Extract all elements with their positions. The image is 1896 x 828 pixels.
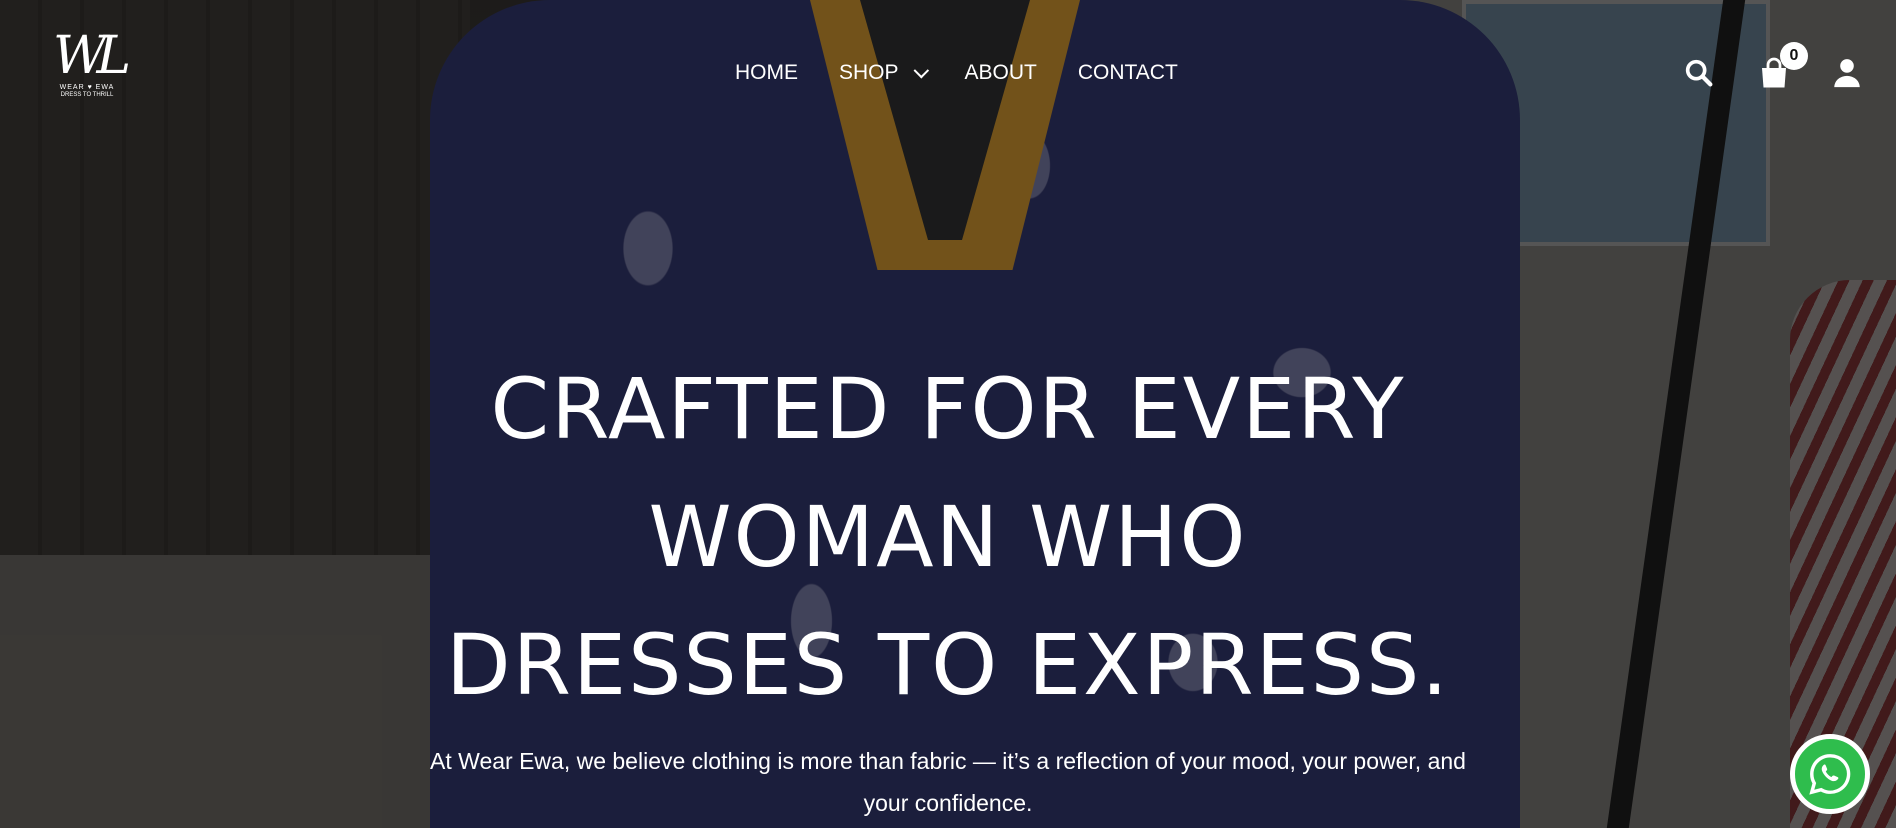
site-header: WL WEAR ♥ EWA DRESS TO THRILL HOME SHOP … bbox=[0, 0, 1896, 150]
search-icon bbox=[1685, 59, 1713, 87]
chevron-down-icon bbox=[913, 62, 929, 78]
nav-item-label: CONTACT bbox=[1077, 61, 1178, 84]
whatsapp-icon bbox=[1809, 754, 1851, 795]
nav-item-label: ABOUT bbox=[964, 61, 1037, 84]
cart-button[interactable]: 0 bbox=[1756, 42, 1808, 92]
nav-item-label: HOME bbox=[735, 61, 798, 84]
nav-item-home[interactable]: HOME bbox=[735, 60, 798, 86]
nav-item-shop[interactable]: SHOP bbox=[839, 60, 929, 86]
nav-item-label: SHOP bbox=[839, 61, 899, 84]
site-logo[interactable]: WL WEAR ♥ EWA DRESS TO THRILL bbox=[44, 26, 131, 124]
whatsapp-chat-button[interactable] bbox=[1790, 734, 1870, 814]
primary-nav: HOME SHOP ABOUT CONTACT bbox=[735, 60, 1219, 86]
user-icon bbox=[1834, 59, 1860, 88]
headline-line: WOMAN WHO bbox=[648, 488, 1248, 586]
headline-line: DRESSES TO EXPRESS. bbox=[445, 616, 1451, 714]
nav-item-contact[interactable]: CONTACT bbox=[1078, 60, 1178, 86]
logo-tagline: DRESS TO THRILL bbox=[60, 92, 114, 98]
nav-item-about[interactable]: ABOUT bbox=[965, 60, 1037, 86]
hero-headline: CRAFTED FOR EVERY WOMAN WHO DRESSES TO E… bbox=[0, 345, 1896, 729]
cart-count-badge: 0 bbox=[1780, 42, 1808, 70]
search-button[interactable] bbox=[1682, 56, 1718, 92]
account-button[interactable] bbox=[1830, 56, 1866, 92]
hero-section: WL WEAR ♥ EWA DRESS TO THRILL HOME SHOP … bbox=[0, 0, 1896, 828]
logo-mark: WL bbox=[53, 26, 131, 86]
header-actions: 0 bbox=[1644, 42, 1866, 92]
headline-line: CRAFTED FOR EVERY bbox=[490, 360, 1406, 458]
hero-description: At Wear Ewa, we believe clothing is more… bbox=[430, 748, 1466, 816]
